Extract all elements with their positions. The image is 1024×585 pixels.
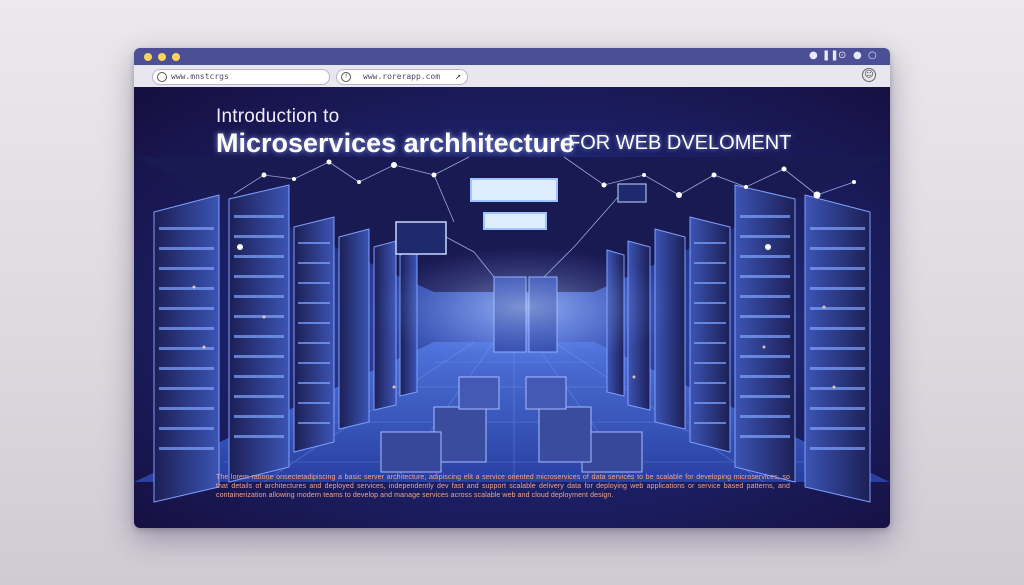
circle-icon[interactable]: ○ xyxy=(868,51,877,61)
description-paragraph: The lorem ratione onsectetadipiscing a b… xyxy=(216,474,790,499)
hero-title-main: Microservices archhitecture xyxy=(216,128,575,158)
content-area: Introduction to Microservices archhitect… xyxy=(134,87,890,528)
close-dot-icon[interactable] xyxy=(144,53,152,61)
pause-icon[interactable]: ❚❚ xyxy=(822,51,839,61)
globe-icon xyxy=(157,72,167,82)
hero-title-line1: Introduction to xyxy=(216,106,340,127)
arrow-icon[interactable]: ↗ xyxy=(455,70,461,84)
info-icon: ! xyxy=(341,72,351,82)
minimize-dot-icon[interactable] xyxy=(158,53,166,61)
mic-icon[interactable]: ⊙ xyxy=(838,51,846,61)
hero-title-sub: FOR WEB DVELOMENT xyxy=(568,132,792,154)
dot-icon[interactable]: ● xyxy=(853,51,862,61)
smiley-icon[interactable]: ☺ xyxy=(862,68,876,82)
browser-window: ● ❚❚ ⊙ ● ○ www.mnstcrgs ! www.rorerapp.c… xyxy=(134,48,890,528)
dot-icon[interactable]: ● xyxy=(809,51,818,61)
title-bar: ● ❚❚ ⊙ ● ○ xyxy=(134,48,890,65)
url-text-left: www.mnstcrgs xyxy=(171,72,229,81)
url-field-right[interactable]: ! www.rorerapp.com ↗ xyxy=(336,69,468,85)
url-text-right: www.rorerapp.com xyxy=(363,72,441,81)
url-field-left[interactable]: www.mnstcrgs xyxy=(152,69,330,85)
maximize-dot-icon[interactable] xyxy=(172,53,180,61)
